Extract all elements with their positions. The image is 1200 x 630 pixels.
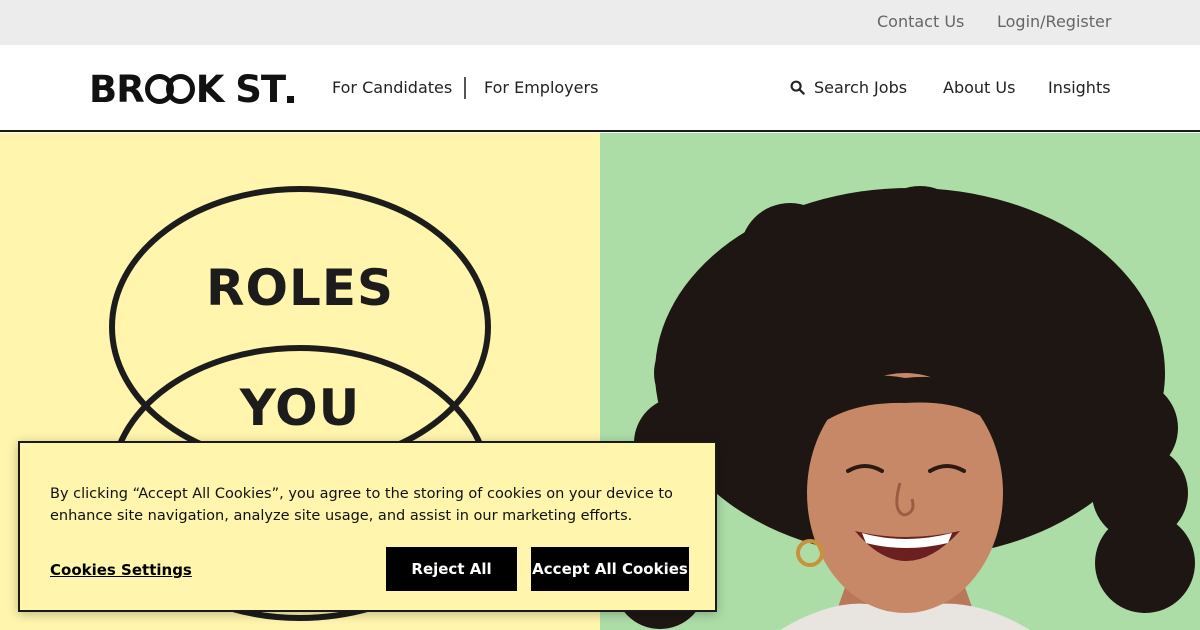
cookie-message: By clicking “Accept All Cookies”, you ag… xyxy=(50,486,673,524)
nav-about-us[interactable]: About Us xyxy=(943,78,1015,97)
nav-insights[interactable]: Insights xyxy=(1048,78,1111,97)
accept-all-cookies-button[interactable]: Accept All Cookies xyxy=(531,547,689,591)
nav-for-candidates[interactable]: For Candidates xyxy=(332,78,452,97)
hero-word-roles: ROLES xyxy=(205,259,395,317)
cookie-consent-banner: By clicking “Accept All Cookies”, you ag… xyxy=(18,441,717,612)
reject-all-button[interactable]: Reject All xyxy=(386,547,517,591)
brook-street-logo[interactable]: BR K ST xyxy=(89,67,295,111)
contact-us-link[interactable]: Contact Us xyxy=(877,12,964,31)
nav-divider xyxy=(464,77,466,99)
cookies-settings-link[interactable]: Cookies Settings xyxy=(50,561,192,579)
logo-dot xyxy=(287,96,295,103)
logo-rings-icon xyxy=(144,74,195,104)
login-register-link[interactable]: Login/Register xyxy=(997,12,1111,31)
search-jobs-label: Search Jobs xyxy=(814,78,908,97)
search-icon xyxy=(790,80,805,95)
utility-bar: Contact Us Login/Register xyxy=(0,0,1200,45)
hero-word-you: YOU xyxy=(239,379,361,437)
nav-for-employers[interactable]: For Employers xyxy=(484,78,598,97)
logo-text-right: K ST xyxy=(195,67,286,111)
site-header: BR K ST For Candidates For Employers Sea… xyxy=(0,45,1200,132)
nav-search-jobs[interactable]: Search Jobs xyxy=(790,78,907,97)
logo-text-left: BR xyxy=(89,67,145,111)
